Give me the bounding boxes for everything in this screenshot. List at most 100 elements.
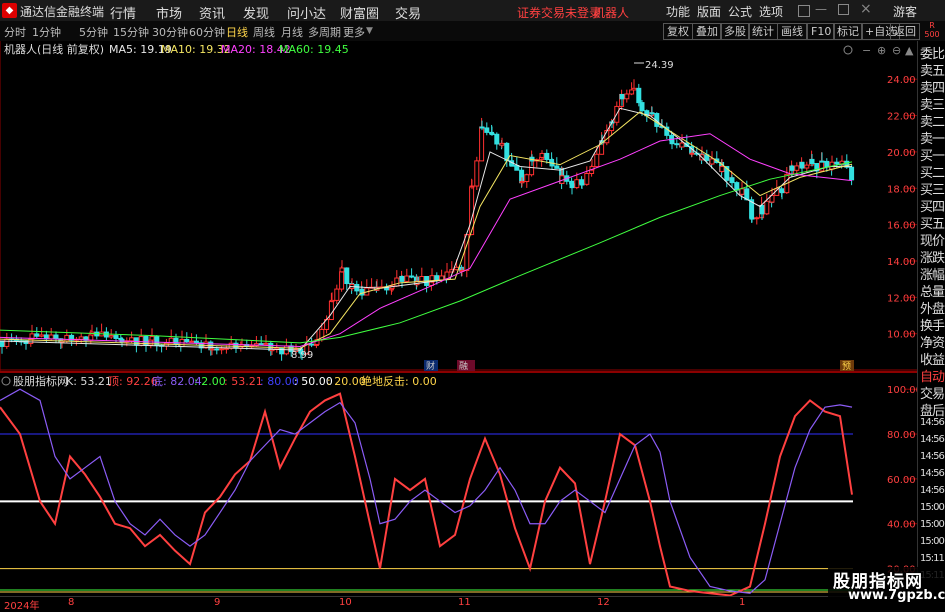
candle-body (64, 334, 70, 342)
candle-body (233, 342, 239, 349)
candle-body (394, 277, 400, 287)
axis-label-9: 9 (214, 597, 221, 608)
candle-body (519, 181, 525, 184)
login-warning[interactable]: 证券交易未登录 (517, 4, 601, 21)
menu-xuanxiang[interactable]: 选项 (759, 3, 783, 20)
btn-huaxian[interactable]: 画线 (777, 23, 807, 40)
y-tick-label-6: 12.00 (887, 293, 916, 304)
time-axis: 2024年 8 9 10 11 12 1 (0, 596, 917, 612)
btn-diejia[interactable]: 叠加 (692, 23, 722, 40)
candle-body (474, 160, 480, 187)
side-item-24[interactable]: 14:56 (920, 451, 945, 462)
candle-body (749, 217, 755, 220)
candle-body (148, 339, 154, 346)
marker-cai[interactable]: 财 (426, 360, 435, 371)
menu-gongneng[interactable]: 功能 (666, 3, 690, 20)
menu-wenxiaoda[interactable]: 问小达 (287, 3, 326, 22)
candle-body (669, 140, 675, 145)
main-kline-chart[interactable]: 24.00 22.00 20.00 18.00 16.00 14.00 12.00 10.00… (0, 41, 917, 371)
candle-body (709, 158, 715, 165)
candle-body (539, 152, 545, 158)
window-icon[interactable] (798, 5, 810, 17)
period-monthly[interactable]: 月线 (281, 24, 303, 40)
close-icon[interactable]: × (860, 1, 872, 17)
period-more[interactable]: 更多 (343, 24, 365, 40)
zoom-out-icon[interactable]: ⊖ (892, 44, 901, 57)
candle-body (636, 87, 642, 104)
period-60min[interactable]: 60分钟 (189, 24, 225, 40)
period-fenshi[interactable]: 分时 (4, 24, 26, 40)
candle-body (149, 336, 155, 341)
candle-body (779, 191, 785, 194)
sub-y-tick-label-1: 80.00 (887, 430, 916, 441)
minimize-icon[interactable]: — (815, 2, 827, 16)
candle-body (759, 204, 765, 215)
menu-zixun[interactable]: 资讯 (199, 3, 225, 22)
period-weekly[interactable]: 周线 (253, 24, 275, 40)
side-item-23[interactable]: 14:56 (920, 434, 945, 445)
sub-y-tick-label-3: 40.00 (887, 520, 916, 531)
side-item-22[interactable]: 14:56 (920, 417, 945, 428)
low-price-label: 8.99 (291, 350, 313, 361)
sub-y-tick-label-2: 60.00 (887, 475, 916, 486)
period-15min[interactable]: 15分钟 (113, 24, 149, 40)
menu-faxian[interactable]: 发现 (243, 3, 269, 22)
sub-y-tick-label-0: 100.00 (887, 385, 917, 396)
candle-body (184, 338, 190, 343)
candle-body (219, 348, 225, 351)
corner-r: R (929, 21, 935, 30)
menu-gongshi[interactable]: 公式 (728, 3, 752, 20)
minus-icon[interactable]: − (862, 44, 871, 57)
collapse-icon[interactable]: ▲ (905, 44, 914, 57)
menu-shichang[interactable]: 市场 (156, 3, 182, 22)
candle-body (39, 334, 45, 337)
axis-label-1: 1 (739, 597, 746, 608)
btn-tongji[interactable]: 统计 (748, 23, 778, 40)
side-item-29[interactable]: 15:00 (920, 536, 945, 547)
menu-jiaoyi[interactable]: 交易 (395, 3, 421, 22)
candle-body (263, 342, 269, 345)
side-item-27[interactable]: 15:00 (920, 502, 945, 513)
candle-body (258, 343, 264, 346)
more-dropdown-icon[interactable]: ▼ (366, 26, 373, 36)
marker-rong[interactable]: 融 (459, 361, 468, 371)
y-tick-label-4: 16.00 (887, 221, 916, 232)
side-item-30[interactable]: 15:11 (920, 553, 945, 564)
period-5min[interactable]: 5分钟 (79, 24, 108, 40)
menu-hangqing[interactable]: 行情 (110, 3, 136, 22)
side-item-28[interactable]: 15:00 (920, 519, 945, 530)
period-1min[interactable]: 1分钟 (32, 24, 61, 40)
side-item-25[interactable]: 14:56 (920, 468, 945, 479)
candle-body (579, 183, 585, 186)
btn-biaoji[interactable]: 标记 (833, 23, 863, 40)
btn-duogu[interactable]: 多股 (720, 23, 750, 40)
indicator-name: 股朋指标网 (13, 374, 68, 388)
guest-user[interactable]: 游客 (893, 3, 917, 20)
candle-body (554, 165, 560, 169)
stock-name-title: 机器人 (593, 6, 630, 20)
y-tick-label-7: 10.00 (887, 330, 916, 341)
maximize-icon[interactable] (838, 4, 849, 15)
btn-fuquan[interactable]: 复权 (663, 23, 693, 40)
candle-body (334, 288, 340, 301)
candle-body (409, 275, 415, 278)
menu-banmian[interactable]: 版面 (697, 3, 721, 20)
period-30min[interactable]: 30分钟 (152, 24, 188, 40)
zoom-in-icon[interactable]: ⊕ (877, 44, 886, 57)
candle-body (524, 174, 530, 183)
candle-body (834, 161, 840, 165)
candle-body (484, 127, 490, 133)
candle-body (509, 164, 515, 167)
side-item-26[interactable]: 14:56 (920, 485, 945, 496)
btn-back[interactable]: 返回 (890, 23, 920, 40)
candle-body (419, 276, 425, 282)
indicator-chart[interactable]: 100.0080.0060.0040.0020.00 股朋指标网 K: 53.2… (0, 373, 917, 596)
menu-caifuquan[interactable]: 财富圈 (340, 3, 379, 22)
period-daily[interactable]: 日线 (226, 24, 248, 40)
period-multi[interactable]: 多周期 (308, 24, 341, 40)
candle-body (649, 112, 655, 115)
candle-body (329, 299, 335, 303)
btn-f10[interactable]: F10 (807, 23, 836, 40)
indicator-v5: : 20.00 (327, 375, 366, 388)
marker-yu[interactable]: 预 (842, 361, 851, 371)
